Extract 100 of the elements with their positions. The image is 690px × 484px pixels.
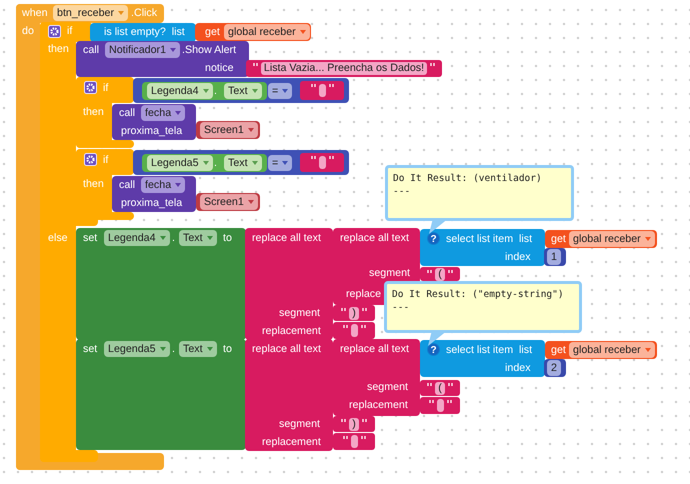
segment-label: segment: [279, 306, 320, 320]
operator-dropdown[interactable]: =: [268, 155, 292, 171]
operator-dropdown[interactable]: =: [268, 83, 292, 99]
caret-icon: [175, 183, 182, 187]
quote-icon: [342, 325, 348, 330]
component-dropdown[interactable]: Legenda5: [147, 155, 213, 171]
component-dropdown[interactable]: Legenda5: [104, 341, 170, 357]
number-field[interactable]: 2: [547, 360, 561, 376]
if-keyword: if: [103, 82, 108, 94]
quote-icon: [341, 419, 346, 424]
property-dropdown[interactable]: Text: [224, 83, 262, 99]
replacement-label: replace: [346, 288, 382, 300]
component-dropdown[interactable]: Legenda4: [104, 230, 170, 246]
property-dropdown[interactable]: Text: [179, 230, 217, 246]
empty-text-field[interactable]: [350, 435, 358, 448]
gear-icon[interactable]: [84, 81, 97, 94]
quote-icon: [310, 84, 316, 89]
block-label: replace all text: [340, 342, 409, 356]
set-keyword: set: [83, 342, 98, 356]
result-text: Do It Result: (ventilador): [393, 172, 543, 185]
component-dropdown[interactable]: Notificador1: [105, 42, 180, 58]
event-name: .Click: [131, 6, 158, 20]
variable-dropdown[interactable]: global receber: [224, 24, 310, 40]
quote-icon: [362, 308, 367, 313]
quote-icon: [448, 383, 453, 388]
result-separator: ---: [393, 185, 412, 198]
screen-dropdown[interactable]: Screen1: [200, 122, 258, 138]
number-field[interactable]: 1: [547, 249, 561, 265]
dot-separator: .: [172, 232, 175, 244]
call-keyword: call: [119, 178, 136, 192]
replacement-label: replacement: [262, 436, 321, 448]
empty-text-field[interactable]: [436, 399, 444, 412]
caret-icon: [160, 236, 166, 240]
text-field[interactable]: Lista Vazia... Preencha os Dados!: [260, 62, 428, 75]
block-label: select list item list: [446, 344, 532, 356]
block-label: replace all text: [340, 232, 409, 244]
gear-icon[interactable]: [48, 25, 61, 38]
segment-label: segment: [279, 418, 320, 430]
procedure-dropdown[interactable]: fecha: [141, 177, 186, 193]
if-keyword: if: [67, 24, 72, 38]
block-label: replace all text: [252, 232, 321, 244]
variable-dropdown[interactable]: global receber: [569, 342, 655, 358]
quote-icon: [310, 156, 316, 161]
component-dropdown[interactable]: Legenda4: [147, 83, 213, 99]
quote-icon: [360, 436, 366, 441]
replacement-label: replacement: [262, 324, 321, 338]
caret-icon: [160, 347, 166, 351]
quote-icon: [360, 325, 366, 330]
then-keyword: then: [83, 106, 104, 118]
empty-text-field[interactable]: [350, 324, 358, 337]
if-footer: [40, 450, 98, 462]
caret-icon: [252, 89, 258, 93]
variable-dropdown[interactable]: global receber: [569, 231, 655, 247]
empty-text-field[interactable]: [318, 84, 326, 97]
caret-icon: [282, 161, 288, 165]
property-dropdown[interactable]: Text: [179, 341, 217, 357]
quote-icon: [328, 84, 334, 89]
screen-dropdown[interactable]: Screen1: [200, 194, 258, 210]
text-field[interactable]: ): [349, 306, 359, 320]
component-dropdown[interactable]: btn_receber: [53, 5, 128, 21]
get-keyword: get: [551, 232, 566, 246]
caret-icon: [206, 236, 213, 240]
quote-icon: [252, 63, 258, 68]
segment-label: segment: [367, 380, 408, 394]
dot-separator: .: [172, 342, 175, 356]
caret-icon: [118, 11, 124, 15]
quote-icon: [430, 63, 436, 68]
to-keyword: to: [223, 232, 232, 244]
text-field[interactable]: ): [349, 418, 359, 430]
set-keyword: set: [83, 232, 98, 244]
dot-separator: .: [214, 156, 217, 170]
caret-icon: [282, 89, 288, 93]
quote-icon: [427, 270, 432, 275]
procedure-dropdown[interactable]: fecha: [141, 105, 186, 121]
caret-icon: [202, 161, 209, 165]
quote-icon: [362, 419, 367, 424]
result-text: Do It Result: ("empty-string"): [392, 288, 565, 301]
call-keyword: call: [83, 44, 100, 56]
quote-icon: [341, 308, 346, 313]
caret-icon: [252, 161, 258, 165]
block-label: select list item list: [446, 232, 532, 246]
caret-icon: [248, 128, 254, 132]
result-separator: ---: [392, 301, 410, 314]
caret-icon: [170, 48, 176, 52]
empty-text-field[interactable]: [318, 156, 326, 169]
then-keyword: then: [48, 42, 69, 56]
quote-icon: [427, 383, 432, 388]
if-keyword: if: [103, 154, 108, 166]
caret-icon: [248, 200, 254, 204]
text-field[interactable]: (: [435, 268, 445, 280]
quote-icon: [342, 436, 348, 441]
call-keyword: call: [119, 106, 136, 120]
property-dropdown[interactable]: Text: [224, 155, 262, 171]
index-label: index: [505, 362, 531, 374]
caret-icon: [644, 237, 651, 241]
caret-icon: [644, 348, 651, 352]
text-field[interactable]: (: [435, 382, 445, 394]
to-keyword: to: [223, 342, 232, 356]
get-keyword: get: [205, 26, 220, 38]
gear-icon[interactable]: [84, 153, 97, 166]
